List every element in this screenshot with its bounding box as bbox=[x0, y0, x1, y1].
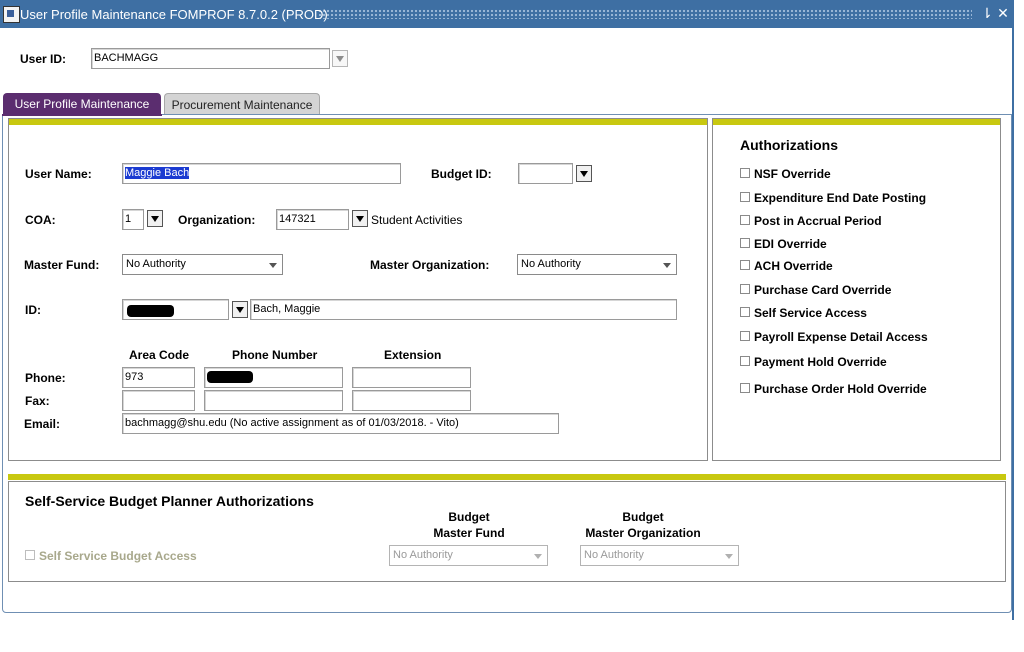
self-service-access-checkbox[interactable] bbox=[740, 307, 750, 317]
purchase-card-override-checkbox[interactable] bbox=[740, 284, 750, 294]
user-name-value: Maggie Bach bbox=[125, 167, 190, 179]
authorizations-title: Authorizations bbox=[740, 137, 838, 153]
budget-master-fund-select[interactable]: No Authority bbox=[389, 545, 548, 566]
post-in-accrual-period-checkbox[interactable] bbox=[740, 215, 750, 225]
nsf-override-checkbox[interactable] bbox=[740, 168, 750, 178]
phone-number-header: Phone Number bbox=[232, 348, 318, 362]
fax-area-code-field[interactable] bbox=[122, 390, 195, 411]
organization-field[interactable]: 147321 bbox=[276, 209, 349, 230]
self-service-budget-access-checkbox[interactable] bbox=[25, 550, 35, 560]
payroll-expense-detail-access-label: Payroll Expense Detail Access bbox=[754, 330, 928, 344]
minimize-icon[interactable]: ⇂ bbox=[980, 6, 994, 21]
user-id-dropdown-button[interactable] bbox=[332, 50, 348, 67]
edi-override-checkbox[interactable] bbox=[740, 238, 750, 248]
edi-override-label: EDI Override bbox=[754, 237, 827, 251]
purchase-order-hold-override-label: Purchase Order Hold Override bbox=[754, 382, 927, 396]
fax-extension-field[interactable] bbox=[352, 390, 471, 411]
budget-master-organization-value: No Authority bbox=[584, 549, 644, 561]
expenditure-end-date-posting-checkbox[interactable] bbox=[740, 192, 750, 202]
window-title: User Profile Maintenance FOMPROF 8.7.0.2… bbox=[20, 7, 328, 22]
phone-extension-field[interactable] bbox=[352, 367, 471, 388]
master-fund-label: Master Fund: bbox=[24, 258, 100, 272]
user-id-field[interactable]: BACHMAGG bbox=[91, 48, 330, 69]
user-id-label: User ID: bbox=[20, 52, 67, 66]
email-label: Email: bbox=[24, 417, 61, 431]
email-field[interactable]: bachmagg@shu.edu (No active assignment a… bbox=[122, 413, 559, 434]
chevron-down-icon bbox=[663, 263, 671, 268]
coa-label: COA: bbox=[25, 213, 56, 227]
tab-procurement-maintenance[interactable]: Procurement Maintenance bbox=[164, 93, 320, 115]
ach-override-checkbox[interactable] bbox=[740, 260, 750, 270]
self-service-access-label: Self Service Access bbox=[754, 306, 867, 320]
chevron-down-icon bbox=[534, 554, 542, 559]
app-icon bbox=[3, 6, 20, 23]
close-icon[interactable]: ✕ bbox=[996, 6, 1010, 21]
master-fund-select[interactable]: No Authority bbox=[122, 254, 283, 275]
purchase-card-override-label: Purchase Card Override bbox=[754, 283, 892, 297]
organization-description: Student Activities bbox=[371, 213, 463, 227]
master-organization-value: No Authority bbox=[521, 258, 581, 270]
phone-redaction bbox=[207, 371, 253, 383]
budget-master-fund-value: No Authority bbox=[393, 549, 453, 561]
self-service-budget-access-label: Self Service Budget Access bbox=[39, 549, 197, 563]
user-name-field[interactable]: Maggie Bach bbox=[122, 163, 401, 184]
expenditure-end-date-posting-label: Expenditure End Date Posting bbox=[754, 191, 927, 205]
id-dropdown-button[interactable] bbox=[232, 301, 248, 318]
nsf-override-label: NSF Override bbox=[754, 167, 831, 181]
budget-fund-header-line2: Master Fund bbox=[433, 526, 505, 540]
ach-override-label: ACH Override bbox=[754, 259, 833, 273]
extension-header: Extension bbox=[384, 348, 442, 362]
budget-planner-title: Self-Service Budget Planner Authorizatio… bbox=[25, 493, 314, 509]
budget-id-dropdown-button[interactable] bbox=[576, 165, 592, 182]
master-organization-label: Master Organization: bbox=[370, 258, 490, 272]
post-in-accrual-period-label: Post in Accrual Period bbox=[754, 214, 882, 228]
master-fund-value: No Authority bbox=[126, 258, 186, 270]
authorizations-section-bar bbox=[713, 119, 1000, 125]
id-redaction bbox=[127, 305, 174, 317]
id-name-field: Bach, Maggie bbox=[250, 299, 677, 320]
payroll-expense-detail-access-checkbox[interactable] bbox=[740, 331, 750, 341]
area-code-header: Area Code bbox=[129, 348, 190, 362]
budget-org-header-line2: Master Organization bbox=[585, 526, 701, 540]
phone-label: Phone: bbox=[25, 371, 66, 385]
organization-label: Organization: bbox=[178, 213, 256, 227]
organization-dropdown-button[interactable] bbox=[352, 210, 368, 227]
id-label: ID: bbox=[25, 303, 41, 317]
budget-master-organization-select[interactable]: No Authority bbox=[580, 545, 739, 566]
purchase-order-hold-override-checkbox[interactable] bbox=[740, 383, 750, 393]
budget-planner-section-bar bbox=[8, 474, 1006, 480]
active-tab-underline bbox=[2, 114, 162, 116]
profile-section-bar bbox=[9, 119, 707, 125]
budget-fund-header-line1: Budget bbox=[448, 510, 490, 524]
coa-dropdown-button[interactable] bbox=[147, 210, 163, 227]
window-frame bbox=[1012, 0, 1014, 620]
budget-org-header-line1: Budget bbox=[622, 510, 664, 524]
payment-hold-override-checkbox[interactable] bbox=[740, 356, 750, 366]
master-organization-select[interactable]: No Authority bbox=[517, 254, 677, 275]
chevron-down-icon bbox=[269, 263, 277, 268]
tab-user-profile-maintenance[interactable]: User Profile Maintenance bbox=[3, 93, 161, 115]
phone-area-code-field[interactable]: 973 bbox=[122, 367, 195, 388]
fax-label: Fax: bbox=[25, 394, 50, 408]
budget-id-field[interactable] bbox=[518, 163, 573, 184]
chevron-down-icon bbox=[725, 554, 733, 559]
coa-field[interactable]: 1 bbox=[122, 209, 144, 230]
budget-id-label: Budget ID: bbox=[431, 167, 492, 181]
payment-hold-override-label: Payment Hold Override bbox=[754, 355, 887, 369]
fax-number-field[interactable] bbox=[204, 390, 343, 411]
user-name-label: User Name: bbox=[25, 167, 92, 181]
